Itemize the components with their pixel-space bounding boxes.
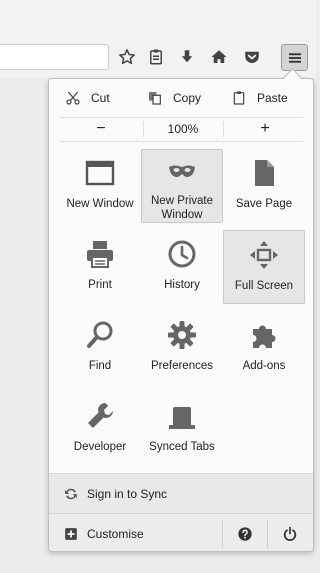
full-screen-button[interactable]: Full Screen [223,230,305,304]
save-page-button[interactable]: Save Page [223,149,305,223]
tile-label: New Window [66,198,134,210]
wrench-icon [85,398,115,434]
pocket-icon[interactable] [241,46,263,68]
zoom-controls: − 100% + [49,117,313,141]
printer-icon [85,236,115,272]
tile-label: Save Page [235,198,293,210]
menu-hamburger-icon [288,52,301,63]
developer-button[interactable]: Developer [59,392,141,466]
paste-label: Paste [257,91,288,105]
tile-label: Developer [73,441,127,453]
menu-footer: Customise [49,513,313,551]
private-mask-icon [167,156,197,188]
sign-in-to-sync-button[interactable]: Sign in to Sync [49,473,313,514]
scissors-icon [66,91,80,105]
tile-label: History [164,279,200,291]
menu-button[interactable] [281,44,308,71]
history-clock-icon [167,236,197,272]
find-button[interactable]: Find [59,311,141,385]
copy-button[interactable]: Copy [147,79,201,117]
history-button[interactable]: History [141,230,223,304]
sync-icon [65,488,77,500]
paste-icon [233,91,245,105]
home-icon[interactable] [208,46,230,68]
synced-tabs-icon [167,398,197,434]
add-ons-button[interactable]: Add-ons [223,311,305,385]
customise-button[interactable]: Customise [64,527,144,541]
puzzle-piece-icon [249,317,279,353]
new-window-icon [85,155,115,191]
power-icon [283,526,297,541]
reading-list-icon[interactable] [145,46,167,68]
cut-label: Cut [91,91,110,105]
edit-controls: Cut Copy Paste [49,79,313,117]
zoom-level-button[interactable]: 100% [143,117,223,141]
url-bar[interactable] [0,44,109,70]
tile-label: Find [88,360,112,372]
quit-button[interactable] [268,514,312,551]
tile-label: Full Screen [234,280,294,292]
new-private-window-button[interactable]: New Private Window [141,149,223,223]
help-icon [238,527,252,541]
tile-label: Print [88,279,112,291]
main-menu-panel: Cut Copy Paste − 100% + New Window New P… [48,78,314,552]
tile-label: Synced Tabs [149,441,215,453]
help-button[interactable] [223,514,267,551]
bookmark-star-icon[interactable] [116,46,138,68]
paste-button[interactable]: Paste [231,79,288,117]
browser-toolbar [0,0,316,78]
downloads-icon[interactable] [176,46,198,68]
copy-icon [149,92,161,105]
tile-label: New Private Window [151,195,213,221]
cut-button[interactable]: Cut [65,79,110,117]
tile-label: Add-ons [242,360,286,372]
full-screen-icon [249,237,279,273]
synced-tabs-button[interactable]: Synced Tabs [141,392,223,466]
divider [59,141,303,142]
preferences-button[interactable]: Preferences [141,311,223,385]
print-button[interactable]: Print [59,230,141,304]
gear-icon [167,317,197,353]
copy-label: Copy [173,91,202,105]
tile-label: Preferences [150,360,213,372]
sync-label: Sign in to Sync [87,487,168,501]
customise-label: Customise [87,527,144,541]
save-page-icon [249,155,279,191]
zoom-in-button[interactable]: + [223,117,307,141]
magnifier-icon [85,317,115,353]
new-window-button[interactable]: New Window [59,149,141,223]
plus-box-icon [65,528,77,540]
zoom-out-button[interactable]: − [59,117,143,141]
